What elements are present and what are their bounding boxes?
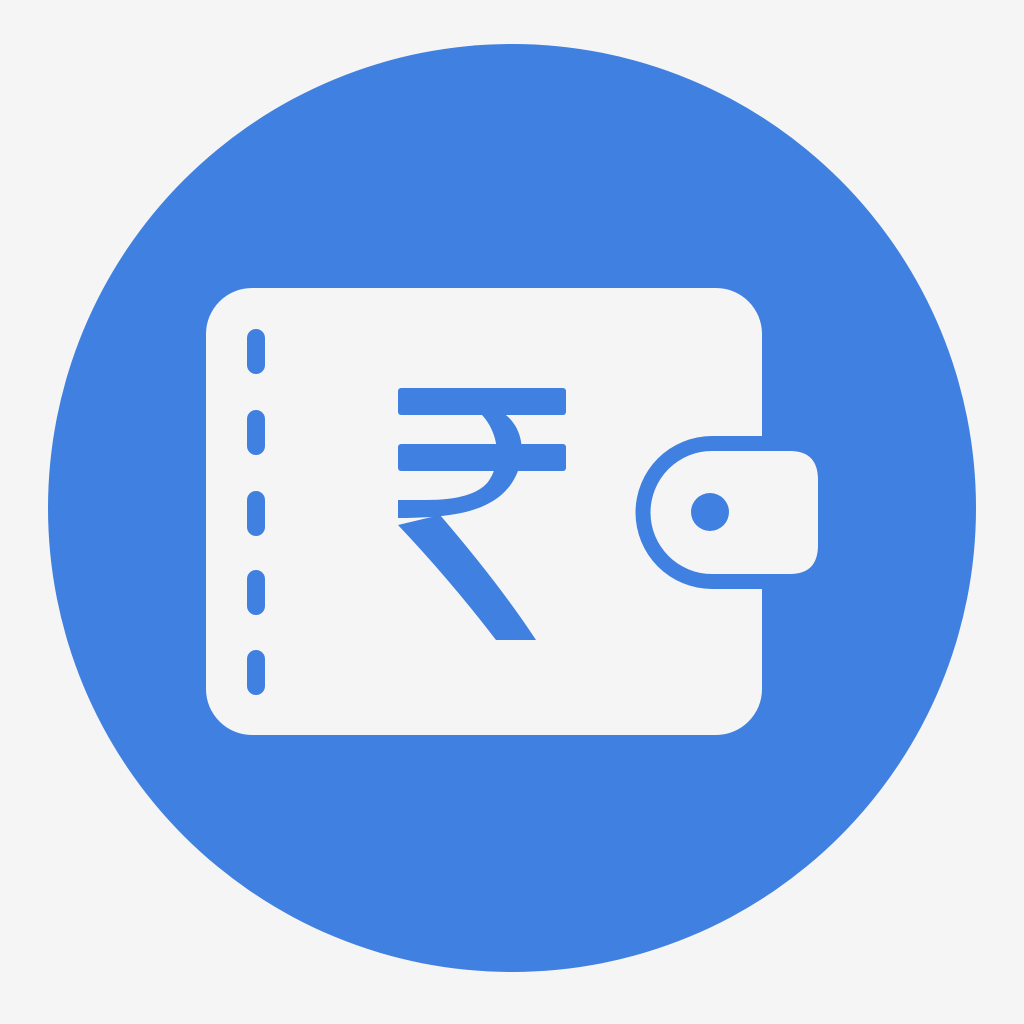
wallet-clasp-tab [650, 451, 818, 574]
icon-stage [0, 0, 1024, 1024]
rupee-wallet-icon [48, 44, 976, 972]
clasp-button [691, 493, 729, 531]
